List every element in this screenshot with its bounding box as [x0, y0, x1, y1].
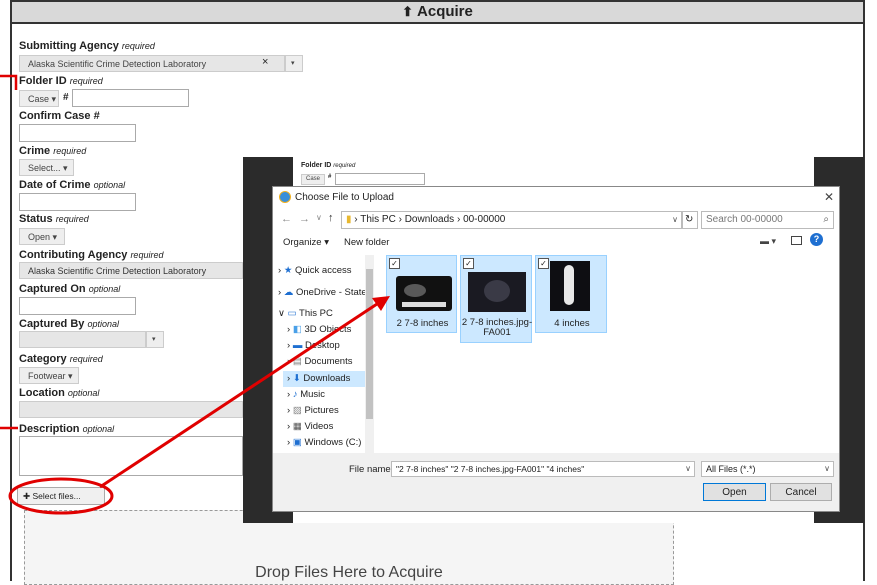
- annotation-arrowhead: [372, 296, 390, 311]
- annotation-overlay: [0, 74, 390, 515]
- annotation-circle: [8, 477, 114, 515]
- annotation-line: [0, 74, 18, 90]
- annotation-arrow: [99, 300, 381, 489]
